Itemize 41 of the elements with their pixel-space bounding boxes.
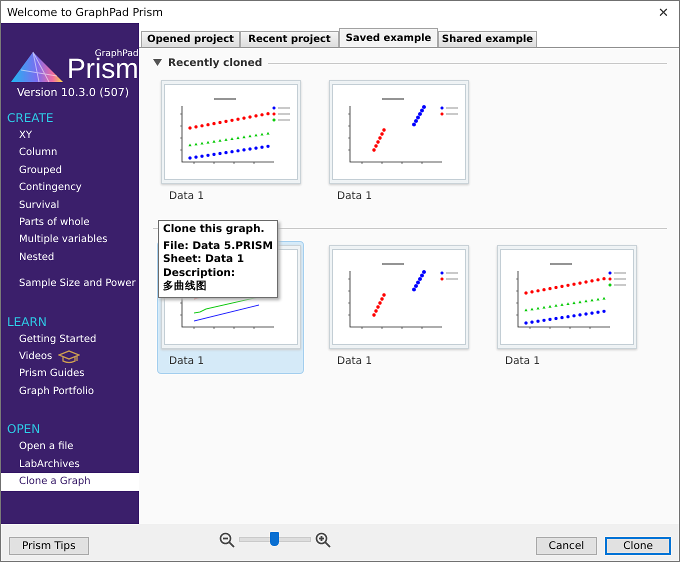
sidebar-item[interactable]: Grouped (1, 162, 139, 180)
sidebar-item[interactable]: Graph Portfolio (1, 382, 139, 400)
tab[interactable]: Saved example (339, 28, 438, 47)
sidebar-item[interactable]: Contingency (1, 179, 139, 197)
sidebar-item[interactable]: Open a file (1, 438, 139, 456)
section-title: Recently cloned (168, 57, 262, 69)
version-label: Version 10.3.0 (507) (16, 86, 130, 99)
section-heading: LEARN (6, 314, 48, 329)
tooltip-line: 多曲线图 (163, 280, 208, 294)
zoom-out-icon[interactable] (219, 532, 235, 548)
sidebar-item[interactable]: Nested (1, 248, 139, 266)
window-title: Welcome to GraphPad Prism (7, 6, 163, 18)
tooltip-line: File: Data 5.PRISM (163, 240, 273, 253)
tab[interactable]: Shared example (438, 31, 537, 47)
tab[interactable]: Recent project (240, 31, 339, 47)
slider-thumb[interactable] (270, 532, 279, 546)
zoom-in-icon[interactable] (315, 532, 331, 548)
section-heading: CREATE (6, 111, 54, 125)
tooltip-line: Description: (163, 266, 236, 280)
dialog-button[interactable]: Cancel (536, 536, 598, 554)
expand-triangle-icon[interactable] (153, 59, 162, 67)
dialog-button[interactable]: Clone (605, 536, 671, 554)
prism-tips-button[interactable]: Prism Tips (9, 536, 89, 554)
sidebar-item[interactable]: Sample Size and Power (1, 275, 139, 293)
sidebar-item[interactable]: Column (1, 144, 139, 162)
tab[interactable]: Opened project (141, 31, 240, 47)
prism-logo-icon (9, 50, 65, 84)
sidebar-item[interactable]: Getting Started (1, 330, 139, 348)
sidebar-item[interactable]: XY (1, 127, 139, 144)
section-heading: OPEN (6, 422, 42, 436)
sidebar-item[interactable]: Videos (1, 348, 139, 366)
tooltip-line: Clone this graph. (163, 223, 266, 236)
sidebar-item[interactable]: LabArchives (1, 456, 139, 474)
sidebar-item[interactable]: Clone a Graph (1, 473, 139, 490)
tooltip-line: Sheet: Data 1 (163, 253, 246, 266)
sidebar-item[interactable]: Multiple variables (1, 231, 139, 249)
sidebar-item[interactable]: Survival (1, 196, 139, 214)
sidebar-item[interactable]: Parts of whole (1, 214, 139, 232)
sidebar-item[interactable]: Prism Guides (1, 365, 139, 383)
close-button[interactable]: ✕ (648, 4, 679, 20)
zoom-slider[interactable] (239, 532, 311, 548)
